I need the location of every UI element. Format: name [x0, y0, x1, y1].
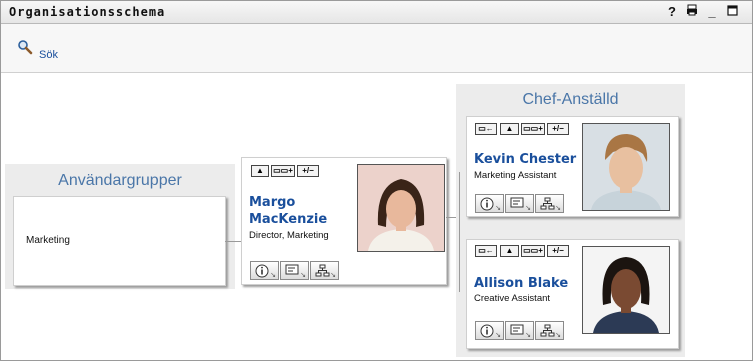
hierarchy-icon	[315, 264, 330, 277]
info-button[interactable]: ↘	[475, 194, 504, 213]
window-title: Organisationsschema	[9, 5, 166, 19]
expand-collapse-button[interactable]: +/−	[547, 123, 569, 135]
person-name[interactable]: Kevin Chester	[474, 152, 576, 167]
assign-button[interactable]: ▭←	[475, 123, 497, 135]
expand-collapse-button[interactable]: +/−	[297, 165, 319, 177]
person-name-first[interactable]: Margo	[249, 195, 295, 210]
org-chart-button[interactable]: ↘	[535, 194, 564, 213]
manager-employee-panel-title: Chef-Anställd	[522, 91, 619, 108]
help-icon[interactable]: ?	[665, 4, 679, 19]
go-up-button[interactable]: ▲	[500, 123, 519, 135]
connector-line	[459, 172, 460, 292]
org-chart-button[interactable]: ↘	[535, 321, 564, 340]
magnifier-icon	[18, 40, 33, 55]
email-button[interactable]: ↘	[280, 261, 309, 280]
group-item-marketing[interactable]: Marketing	[26, 235, 70, 246]
show-reports-button[interactable]: ▭▭+	[521, 123, 545, 135]
show-reports-button[interactable]: ▭▭+	[521, 245, 545, 257]
assign-button[interactable]: ▭←	[475, 245, 497, 257]
connector-line	[446, 217, 456, 218]
groups-panel-title: Användargrupper	[58, 172, 182, 189]
person-card-kevin[interactable]: ▭← ▲ ▭▭+ +/− Kevin Chester Marketing Ass…	[466, 116, 679, 217]
connector-line	[225, 241, 241, 242]
person-name-last[interactable]: MacKenzie	[249, 212, 327, 227]
email-button[interactable]: ↘	[505, 194, 534, 213]
person-job-title: Marketing Assistant	[474, 170, 557, 181]
go-up-button[interactable]: ▲	[500, 245, 519, 257]
org-chart-window: Organisationsschema ? _ Sök Användargrup…	[0, 0, 753, 361]
person-card-allison[interactable]: ▭← ▲ ▭▭+ +/− Allison Blake Creative Assi…	[466, 239, 679, 349]
maximize-icon[interactable]	[725, 4, 739, 19]
search-label[interactable]: Sök	[39, 49, 58, 61]
email-card-icon	[510, 324, 524, 335]
window-titlebar: Organisationsschema ? _	[1, 1, 752, 24]
minimize-icon[interactable]: _	[705, 4, 719, 19]
email-card-icon	[285, 264, 299, 275]
groups-panel: Användargrupper Marketing	[5, 164, 235, 289]
info-button[interactable]: ↘	[250, 261, 279, 280]
person-photo	[357, 164, 445, 252]
info-icon	[480, 324, 494, 338]
manager-employee-panel: Chef-Anställd ▭← ▲ ▭▭+ +/− Kevin Chester…	[456, 84, 685, 357]
show-reports-button[interactable]: ▭▭+	[271, 165, 295, 177]
hierarchy-icon	[540, 324, 555, 337]
person-job-title: Creative Assistant	[474, 293, 551, 304]
info-icon	[480, 197, 494, 211]
toolbar: Sök	[1, 24, 752, 73]
person-photo	[582, 246, 670, 334]
info-button[interactable]: ↘	[475, 321, 504, 340]
expand-collapse-button[interactable]: +/−	[547, 245, 569, 257]
info-icon	[255, 264, 269, 278]
email-button[interactable]: ↘	[505, 321, 534, 340]
person-job-title: Director, Marketing	[249, 230, 329, 241]
group-card[interactable]: Marketing	[13, 196, 226, 286]
person-card-margo[interactable]: ▲ ▭▭+ +/− Margo MacKenzie Director, Mark…	[241, 157, 447, 285]
org-chart-button[interactable]: ↘	[310, 261, 339, 280]
person-name[interactable]: Allison Blake	[474, 276, 568, 291]
email-card-icon	[510, 197, 524, 208]
hierarchy-icon	[540, 197, 555, 210]
go-up-button[interactable]: ▲	[251, 165, 269, 177]
person-photo	[582, 123, 670, 211]
print-icon[interactable]	[685, 4, 699, 19]
